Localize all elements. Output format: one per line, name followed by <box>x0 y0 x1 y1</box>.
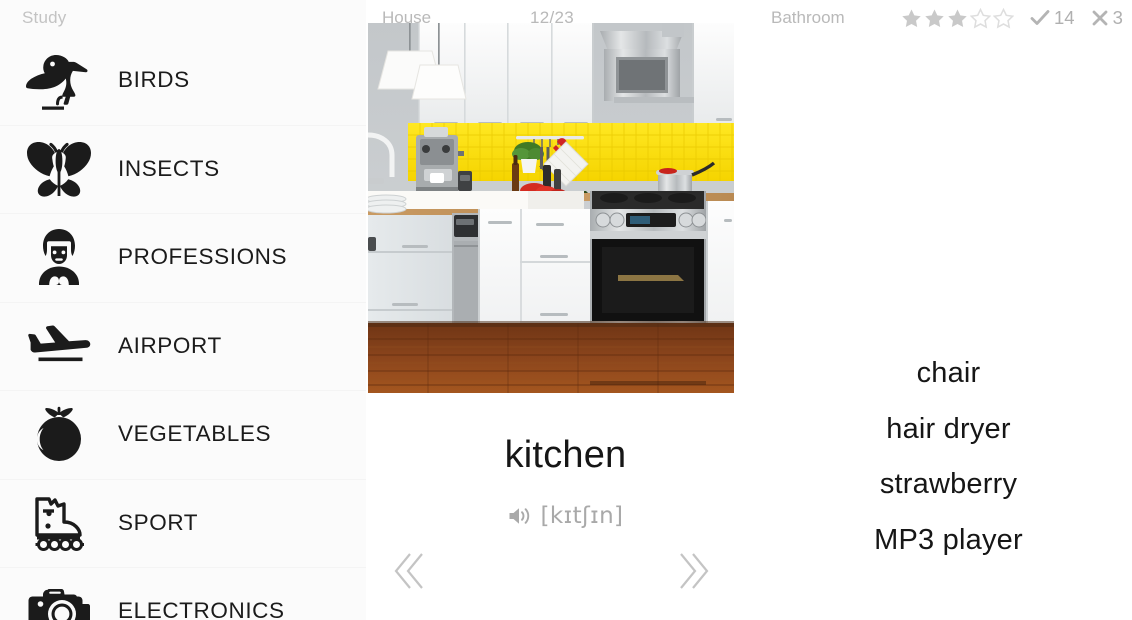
answer-option[interactable]: strawberry <box>765 457 1132 513</box>
sidebar-item-birds[interactable]: BIRDS <box>0 36 366 125</box>
app-root: Study BIRDS INSECTS PROFESSIONS AIRPORT … <box>0 0 1132 620</box>
tomato-icon <box>0 406 118 462</box>
airplane-takeoff-icon <box>0 324 118 368</box>
sidebar-header-label: Study <box>22 8 67 27</box>
sidebar-item-professions[interactable]: PROFESSIONS <box>0 213 366 302</box>
ipa-transcription: [kɪtʃɪn] <box>540 503 624 529</box>
sidebar-item-label: ELECTRONICS <box>118 598 285 620</box>
study-sidebar: Study BIRDS INSECTS PROFESSIONS AIRPORT … <box>0 0 366 620</box>
answer-option[interactable]: hair dryer <box>765 402 1132 458</box>
sidebar-item-label: INSECTS <box>118 155 220 181</box>
answer-options: chair hair dryer strawberry MP3 player <box>765 346 1132 568</box>
quiz-topic-title: Bathroom <box>771 8 845 27</box>
rating-stars[interactable] <box>901 7 1014 29</box>
bird-icon <box>0 49 118 111</box>
sidebar-item-label: BIRDS <box>118 67 190 93</box>
sidebar-item-sport[interactable]: SPORT <box>0 478 366 567</box>
correct-score: 14 <box>1030 7 1075 29</box>
check-icon <box>1030 10 1050 25</box>
quiz-header: Bathroom 14 3 <box>765 0 1132 36</box>
speaker-icon[interactable] <box>508 506 532 526</box>
wrong-count: 3 <box>1112 7 1123 28</box>
star-filled-icon[interactable] <box>947 8 968 29</box>
star-empty-icon[interactable] <box>970 7 991 29</box>
flashcard-image[interactable] <box>368 23 734 393</box>
answer-option[interactable]: chair <box>765 346 1132 402</box>
prev-card-button[interactable] <box>386 548 432 594</box>
star-filled-icon[interactable] <box>901 8 922 29</box>
kitchen-illustration <box>368 23 734 393</box>
sidebar-item-label: PROFESSIONS <box>118 244 288 270</box>
sidebar-item-label: SPORT <box>118 509 199 535</box>
pronunciation-row[interactable]: [kɪtʃɪn] <box>366 503 765 529</box>
sidebar-item-vegetables[interactable]: VEGETABLES <box>0 390 366 479</box>
category-list: BIRDS INSECTS PROFESSIONS AIRPORT VEGETA… <box>0 36 366 620</box>
butterfly-icon <box>0 139 118 199</box>
star-filled-icon[interactable] <box>924 8 945 29</box>
sidebar-item-electronics[interactable]: ELECTRONICS <box>0 567 366 620</box>
quiz-panel: Bathroom 14 3 chair hair dryer strawberr… <box>765 0 1132 620</box>
camera-icon <box>0 586 118 620</box>
cross-icon <box>1092 10 1107 26</box>
correct-count: 14 <box>1054 7 1075 28</box>
sidebar-item-label: VEGETABLES <box>118 421 272 447</box>
star-empty-icon[interactable] <box>993 7 1014 29</box>
sidebar-item-airport[interactable]: AIRPORT <box>0 301 366 390</box>
flashcard-panel: House 12/23 kitchen [kɪtʃɪn] <box>366 0 765 620</box>
sidebar-item-label: AIRPORT <box>118 332 222 358</box>
wrong-score: 3 <box>1091 7 1123 29</box>
sidebar-item-insects[interactable]: INSECTS <box>0 124 366 213</box>
next-card-button[interactable] <box>671 548 717 594</box>
flashcard-word: kitchen <box>504 434 627 476</box>
person-icon <box>0 227 118 287</box>
sidebar-header: Study <box>0 0 366 36</box>
rollerskate-icon <box>0 494 118 552</box>
answer-option[interactable]: MP3 player <box>765 513 1132 569</box>
